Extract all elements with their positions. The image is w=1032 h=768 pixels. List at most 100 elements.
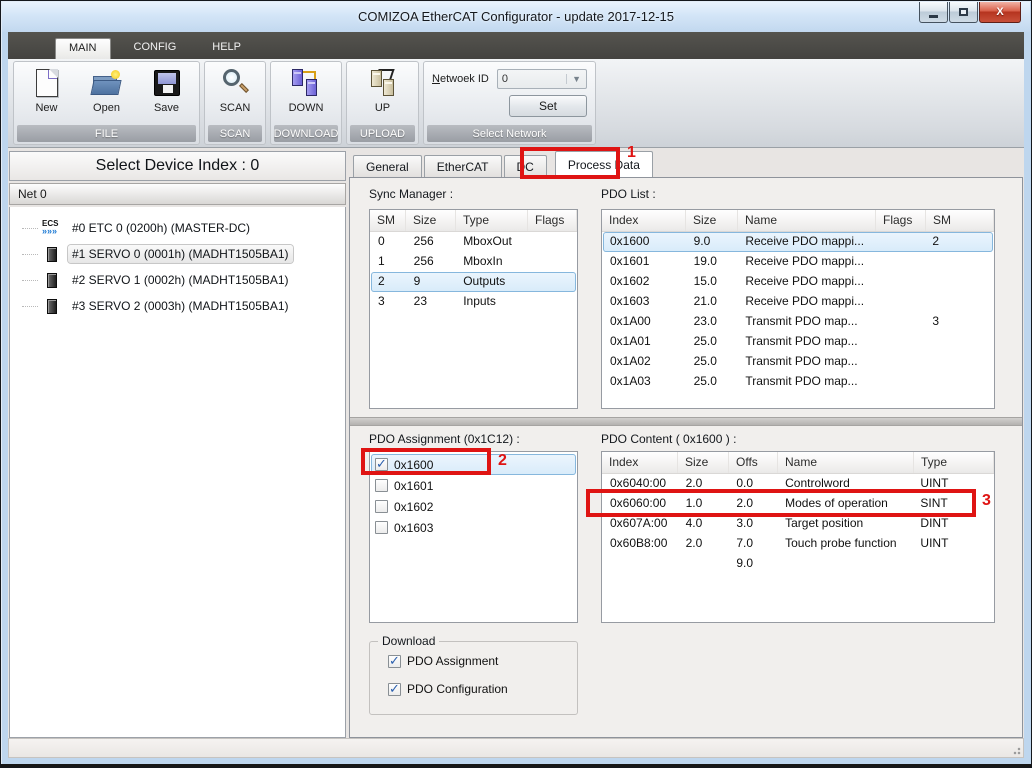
table-row[interactable]: 0x1A0125.0Transmit PDO map... [603,332,993,352]
pdo-assignment-item[interactable]: 0x1601 [371,475,576,496]
checkbox[interactable] [375,521,388,534]
tree-item[interactable]: #0 ETC 0 (0200h) (MASTER-DC) [10,215,345,241]
column-header[interactable]: Offs [729,452,778,473]
table-cell: 0x1601 [603,252,687,272]
column-header[interactable]: Size [678,452,729,473]
menu-tab-main[interactable]: MAIN [55,38,111,59]
tab-process-data[interactable]: Process Data [555,151,653,177]
network-id-select[interactable]: 0 ▼ [497,69,587,89]
table-row[interactable]: 0x1A0023.0Transmit PDO map...3 [603,312,993,332]
sync-manager-table[interactable]: SMSizeTypeFlags0256MboxOut1256MboxIn29Ou… [369,209,578,409]
table-row[interactable]: 0x160215.0Receive PDO mappi... [603,272,993,292]
set-button[interactable]: Set [509,95,587,117]
new-button[interactable]: New [25,66,69,114]
ribbon-toolbar: New Open Save FILE SCAN SCAN [8,59,1024,148]
pdo-assignment-item[interactable]: 0x1603 [371,517,576,538]
table-row[interactable]: 0x60B8:002.07.0Touch probe functionUINT [603,534,993,554]
save-button[interactable]: Save [145,66,189,114]
minimize-button[interactable] [919,2,948,23]
ecs-master-icon [40,219,64,237]
scan-group-label: SCAN [208,125,262,142]
table-row[interactable]: 0x607A:004.03.0Target positionDINT [603,514,993,534]
column-header[interactable]: SM [926,210,994,231]
table-cell: Receive PDO mappi... [738,252,875,272]
table-cell: 2.0 [679,474,730,494]
resize-grip-icon[interactable] [1011,745,1021,755]
column-header[interactable]: Type [456,210,528,231]
scan-button[interactable]: SCAN [213,66,257,114]
pdo-assignment-item[interactable]: 0x1602 [371,496,576,517]
table-row[interactable]: 0x6040:002.00.0ControlwordUINT [603,474,993,494]
tree-item[interactable]: #2 SERVO 1 (0002h) (MADHT1505BA1) [10,267,345,293]
table-header: IndexSizeNameFlagsSM [602,210,994,232]
table-row[interactable]: 0x16009.0Receive PDO mappi...2 [603,232,993,252]
tab-dc[interactable]: DC [504,155,547,177]
tree-item-label: #2 SERVO 1 (0002h) (MADHT1505BA1) [68,271,293,289]
pdo-list-table[interactable]: IndexSizeNameFlagsSM0x16009.0Receive PDO… [601,209,995,409]
column-header[interactable]: Name [738,210,876,231]
table-row[interactable]: 0256MboxOut [371,232,576,252]
download-legend: Download [378,634,439,648]
checkbox-label: 0x1602 [394,500,433,514]
column-header[interactable]: Size [686,210,738,231]
download-option[interactable]: PDO Assignment [388,652,577,670]
menu-tab-config[interactable]: CONFIG [121,38,190,59]
table-cell: 3.0 [729,514,778,534]
download-option[interactable]: PDO Configuration [388,680,577,698]
device-tree: #0 ETC 0 (0200h) (MASTER-DC)#1 SERVO 0 (… [9,207,346,738]
servo-drive-icon [47,247,57,262]
tab-general[interactable]: General [353,155,422,177]
tree-item[interactable]: #1 SERVO 0 (0001h) (MADHT1505BA1) [10,241,345,267]
table-row[interactable]: 0x160119.0Receive PDO mappi... [603,252,993,272]
table-cell [913,554,993,574]
open-button[interactable]: Open [85,66,129,114]
pdo-assignment-item[interactable]: 0x1600 [371,454,576,475]
tab-ethercat[interactable]: EtherCAT [424,155,502,177]
table-cell [925,372,993,392]
restore-button[interactable] [949,2,978,23]
table-row[interactable]: 0x1A0325.0Transmit PDO map... [603,372,993,392]
checkbox[interactable] [375,458,388,471]
column-header[interactable]: Flags [876,210,926,231]
down-button[interactable]: DOWN [284,66,328,114]
tree-item[interactable]: #3 SERVO 2 (0003h) (MADHT1505BA1) [10,293,345,319]
table-row[interactable]: 323Inputs [371,292,576,312]
net-header[interactable]: Net 0 [9,183,346,205]
menu-tab-help[interactable]: HELP [199,38,254,59]
column-header[interactable]: Name [778,452,914,473]
checkbox[interactable] [388,683,401,696]
table-cell [925,272,993,292]
column-header[interactable]: Type [914,452,994,473]
chevron-down-icon: ▼ [566,74,586,84]
download-groupbox: Download PDO AssignmentPDO Configuration [369,641,578,715]
column-header[interactable]: Size [406,210,456,231]
table-row[interactable]: 0x160321.0Receive PDO mappi... [603,292,993,312]
checkbox[interactable] [375,500,388,513]
horizontal-splitter[interactable] [350,417,1022,426]
checkbox[interactable] [375,479,388,492]
pdo-assignment-list[interactable]: 0x16000x1601 0x1602 0x1603 [369,451,578,623]
pdo-content-table[interactable]: IndexSizeOffsNameType0x6040:002.00.0Cont… [601,451,995,623]
table-row[interactable]: 0x6060:001.02.0Modes of operationSINT [603,494,993,514]
column-header[interactable]: Flags [528,210,577,231]
column-header[interactable]: Index [602,452,678,473]
table-cell: 1 [371,252,407,272]
titlebar[interactable]: COMIZOA EtherCAT Configurator - update 2… [2,2,1030,32]
table-cell: 0.0 [729,474,778,494]
checkbox[interactable] [388,655,401,668]
table-cell [876,332,926,352]
table-row[interactable]: 1256MboxIn [371,252,576,272]
up-button[interactable]: UP [361,66,405,114]
column-header[interactable]: SM [370,210,406,231]
close-button[interactable]: X [979,2,1021,23]
table-row[interactable]: 0x1A0225.0Transmit PDO map... [603,352,993,372]
open-folder-icon [92,70,122,96]
table-cell: Touch probe function [778,534,913,554]
table-cell: 0x1A03 [603,372,687,392]
checkbox-label: 0x1603 [394,521,433,535]
table-row[interactable]: 9.0 [603,554,993,574]
table-row[interactable]: 29Outputs [371,272,576,292]
menubar: MAIN CONFIG HELP [8,32,1024,59]
table-cell: 3 [925,312,993,332]
column-header[interactable]: Index [602,210,686,231]
